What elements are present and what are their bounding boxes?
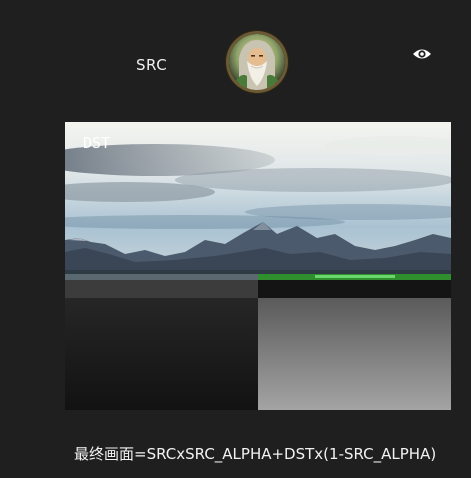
blend-formula: 最终画面=SRCxSRC_ALPHA+DSTx(1-SRC_ALPHA) — [74, 445, 437, 463]
avatar — [229, 34, 285, 90]
wizard-portrait-icon — [229, 34, 285, 90]
landscape-scene — [65, 122, 451, 410]
src-label: SRC — [136, 56, 168, 74]
dst-label: DST — [83, 134, 111, 152]
dst-preview: DST — [65, 122, 451, 410]
eye-icon[interactable] — [412, 46, 432, 60]
